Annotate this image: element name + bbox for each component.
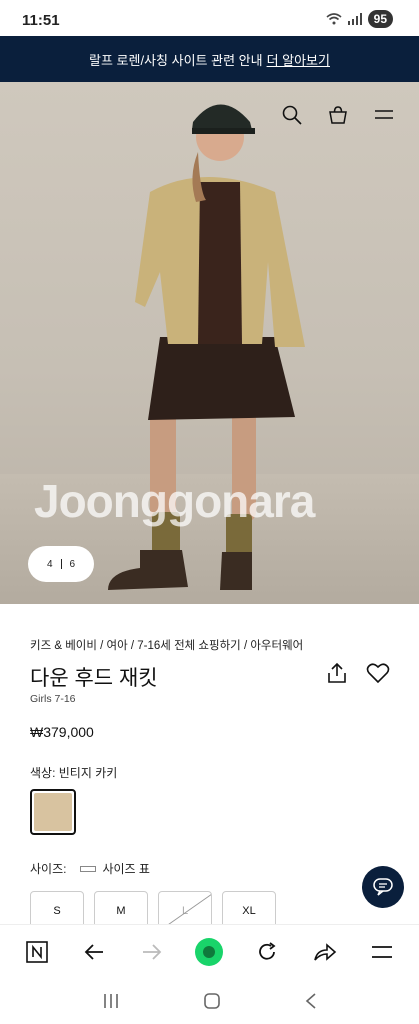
product-actions <box>326 662 390 684</box>
notice-banner: 랄프 로렌/사칭 사이트 관련 안내 더 알아보기 <box>0 36 419 82</box>
status-icons: 95 <box>326 10 393 28</box>
wifi-icon <box>326 13 342 25</box>
size-guide-link[interactable]: 사이즈 표 <box>80 860 150 877</box>
size-label: 사이즈: <box>30 862 67 876</box>
product-subtitle: Girls 7-16 <box>30 693 76 705</box>
status-bar: 11:51 95 <box>0 0 419 36</box>
arrow-right-icon <box>142 943 162 960</box>
signal-icon <box>347 13 362 25</box>
pager-total: 6 <box>69 558 76 570</box>
swatch-fill <box>34 793 72 831</box>
share-icon[interactable] <box>326 662 348 684</box>
product-price: ₩379,000 <box>30 724 94 740</box>
hamburger-icon <box>372 945 393 958</box>
watermark: Joonggonara <box>34 475 315 527</box>
back-button[interactable] <box>79 937 109 967</box>
breadcrumb[interactable]: 키즈 & 베이비 / 여아 / 7-16세 전체 쇼핑하기 / 아우터웨어 <box>30 637 303 653</box>
share-arrow-icon <box>313 942 336 961</box>
system-navigation <box>0 978 419 1024</box>
heart-icon[interactable] <box>366 662 390 684</box>
product-title: 다운 후드 재킷 <box>30 667 158 690</box>
reload-button[interactable] <box>252 937 282 967</box>
browser-menu-button[interactable] <box>367 937 397 967</box>
home-icon[interactable] <box>203 992 221 1010</box>
status-time: 11:51 <box>22 12 60 29</box>
naver-home-button[interactable] <box>22 937 52 967</box>
color-swatch-selected[interactable] <box>30 789 76 835</box>
battery-indicator: 95 <box>367 10 393 28</box>
pager-current: 4 <box>46 558 53 570</box>
chat-icon <box>373 878 393 896</box>
forward-button[interactable] <box>137 937 167 967</box>
color-label: 색상: 빈티지 카키 <box>30 766 118 780</box>
chat-button[interactable] <box>362 866 404 908</box>
back-nav-icon[interactable] <box>304 992 318 1010</box>
hero-header-icons <box>281 104 395 126</box>
share-page-button[interactable] <box>310 937 340 967</box>
pager-separator <box>60 559 62 569</box>
size-guide-label: 사이즈 표 <box>102 862 150 876</box>
menu-icon[interactable] <box>373 104 395 126</box>
banner-text: 랄프 로렌/사칭 사이트 관련 안내 <box>89 52 263 68</box>
product-image[interactable]: Joonggonara 4 6 <box>0 82 419 604</box>
image-pager: 4 6 <box>28 546 94 582</box>
naver-n-icon <box>25 940 48 963</box>
green-dot-icon <box>195 937 224 966</box>
arrow-left-icon <box>85 943 104 960</box>
size-row: 사이즈: 사이즈 표 <box>30 860 150 877</box>
banner-learn-more-link[interactable]: 더 알아보기 <box>267 50 330 69</box>
search-icon[interactable] <box>281 104 303 126</box>
browser-toolbar <box>0 924 419 978</box>
ruler-icon <box>80 865 97 872</box>
refresh-icon <box>259 941 276 960</box>
green-dot-button[interactable] <box>194 937 224 967</box>
recent-apps-icon[interactable] <box>102 993 120 1009</box>
shopping-bag-icon[interactable] <box>327 104 349 126</box>
